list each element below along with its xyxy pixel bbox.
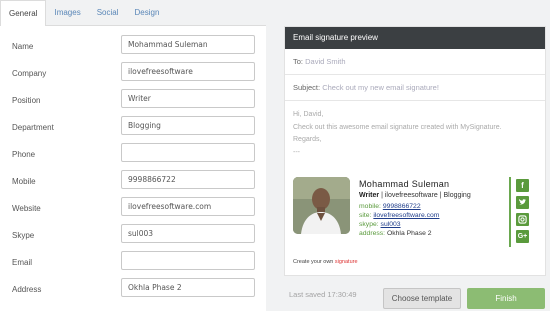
body-line: Regards,: [293, 136, 322, 143]
twitter-icon[interactable]: [516, 196, 529, 209]
profile-photo: [293, 177, 350, 234]
address-label: Address: [12, 285, 42, 294]
name-label: Name: [12, 42, 34, 51]
facebook-icon[interactable]: f: [516, 179, 529, 192]
site-link[interactable]: ilovefreesoftware.com: [373, 212, 439, 219]
tab-images[interactable]: Images: [46, 0, 88, 26]
last-saved-status: Last saved 17:30:49: [289, 290, 357, 299]
skype-input[interactable]: sul003: [121, 224, 255, 243]
mobile-input[interactable]: 9998866722: [121, 170, 255, 189]
preview-header: Email signature preview: [285, 27, 545, 49]
preview-body: Hi, David, Check out this awesome email …: [285, 101, 545, 167]
google-plus-icon[interactable]: G+: [516, 230, 529, 243]
skype-label: Skype: [12, 231, 35, 240]
tab-general[interactable]: General: [0, 0, 47, 27]
website-input[interactable]: ilovefreesoftware.com: [121, 197, 255, 216]
website-label: Website: [12, 204, 41, 213]
position-label: Position: [12, 96, 41, 105]
email-label: Email: [12, 258, 33, 267]
body-line: ---: [293, 148, 300, 156]
company-label: Company: [12, 69, 47, 78]
email-signature-preview: Email signature preview To: David Smith …: [284, 26, 546, 276]
skype-link[interactable]: sul003: [381, 221, 401, 228]
mobile-label: Mobile: [12, 177, 36, 186]
signature-company: ilovefreesoftware: [384, 192, 438, 199]
tab-design[interactable]: Design: [127, 0, 168, 26]
name-input[interactable]: Mohammad Suleman: [121, 35, 255, 54]
email-input[interactable]: [121, 251, 255, 270]
instagram-icon[interactable]: [516, 213, 529, 226]
address-key: address:: [359, 230, 386, 237]
mobile-key: mobile:: [359, 203, 381, 210]
signature-site: site: ilovefreesoftware.com: [359, 212, 439, 219]
address-input[interactable]: Okhla Phase 2: [121, 278, 255, 297]
position-input[interactable]: Writer: [121, 89, 255, 108]
department-label: Department: [12, 123, 54, 132]
general-form: Name Mohammad Suleman Company ilovefrees…: [0, 26, 266, 311]
to-value: David Smith: [305, 57, 346, 66]
mobile-link[interactable]: 9998866722: [383, 203, 421, 210]
subject-value: Check out my new email signature!: [322, 83, 439, 92]
company-input[interactable]: ilovefreesoftware: [121, 62, 255, 81]
tab-bar: General Images Social Design: [0, 0, 266, 27]
preview-to-field: To: David Smith: [285, 49, 545, 75]
signature-skype: skype: sul003: [359, 221, 401, 228]
profile-photo-image: [293, 177, 350, 234]
signature-block: Mohammad Suleman Writer | ilovefreesoftw…: [293, 177, 539, 247]
form-row-address: Address Okhla Phase 2: [0, 275, 266, 307]
create-own-signature: Create your own signature: [293, 259, 358, 265]
skype-key: skype:: [359, 221, 379, 228]
site-key: site:: [359, 212, 372, 219]
signature-address: address: Okhla Phase 2: [359, 230, 432, 237]
create-own-text: Create your own: [293, 259, 334, 265]
choose-template-button[interactable]: Choose template: [383, 288, 461, 309]
signature-title-line: Writer | ilovefreesoftware | Blogging: [359, 192, 471, 199]
preview-subject-field: Subject: Check out my new email signatur…: [285, 75, 545, 101]
subject-label: Subject:: [293, 83, 321, 92]
address-value: Okhla Phase 2: [386, 230, 432, 237]
create-own-link[interactable]: signature: [335, 259, 358, 265]
signature-department: Blogging: [443, 192, 471, 199]
finish-button[interactable]: Finish: [467, 288, 545, 309]
signature-divider: [509, 177, 511, 247]
phone-input[interactable]: [121, 143, 255, 162]
phone-label: Phone: [12, 150, 36, 159]
body-line: Hi, David,: [293, 111, 324, 118]
tab-social[interactable]: Social: [89, 0, 127, 26]
signature-position: Writer: [359, 192, 380, 199]
department-input[interactable]: Blogging: [121, 116, 255, 135]
signature-mobile: mobile: 9998866722: [359, 203, 421, 210]
signature-name: Mohammad Suleman: [359, 179, 450, 189]
to-label: To:: [293, 57, 304, 66]
body-line: Check out this awesome email signature c…: [293, 123, 502, 131]
